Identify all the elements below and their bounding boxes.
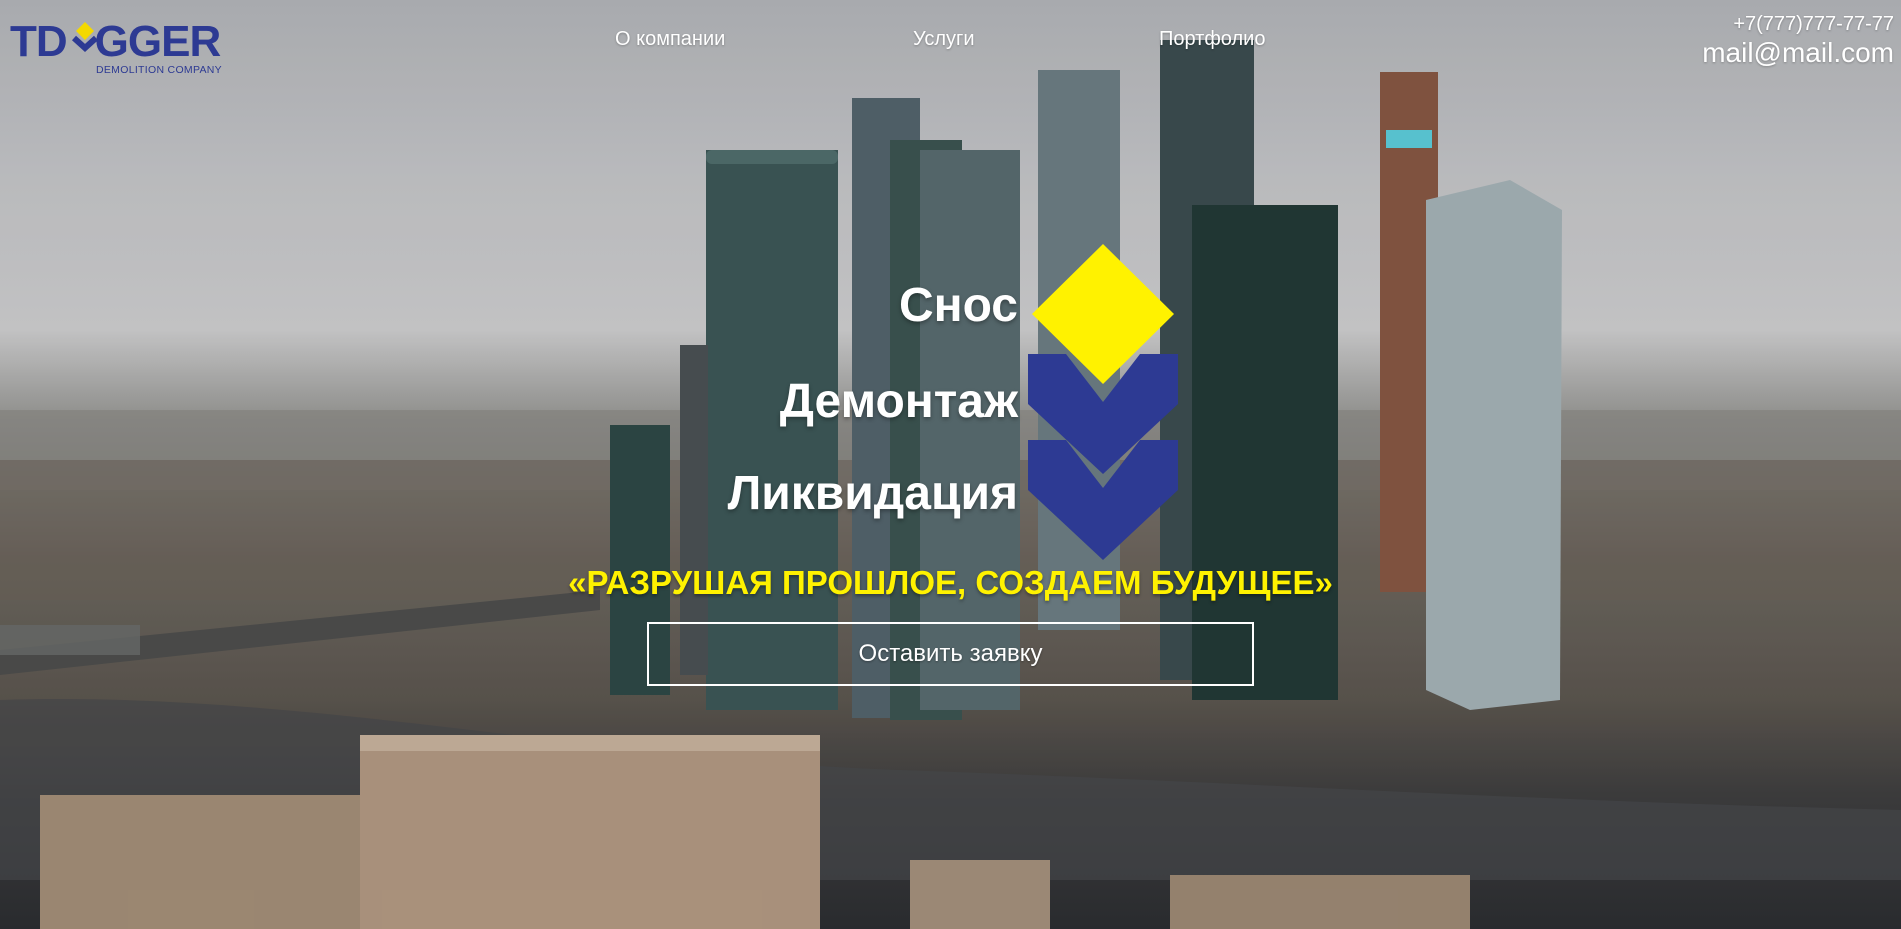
- email-link[interactable]: mail@mail.com: [1702, 36, 1894, 70]
- hero-overlay: [0, 0, 1901, 929]
- diamond-chevrons-emblem-icon: [1028, 244, 1178, 560]
- hero-slogan-text: «РАЗРУШАЯ ПРОШЛОЕ, СОЗДАЕМ БУДУЩЕЕ»: [568, 564, 1333, 601]
- header-contacts: +7(777)777-77-77 mail@mail.com: [1702, 12, 1894, 70]
- nav-item-portfolio[interactable]: Портфолио: [1159, 28, 1265, 51]
- nav-item-about[interactable]: О компании: [615, 28, 725, 51]
- hero-word-liquidation: Ликвидация: [727, 467, 1018, 520]
- hero-slogan: «РАЗРУШАЯ ПРОШЛОЕ, СОЗДАЕМ БУДУЩЕЕ»: [0, 564, 1901, 602]
- hero-word-dismantling: Демонтаж: [779, 375, 1018, 428]
- logo-tagline: DEMOLITION COMPANY: [96, 64, 222, 76]
- submit-request-button[interactable]: Оставить заявку: [647, 622, 1254, 686]
- nav-item-services[interactable]: Услуги: [913, 28, 975, 51]
- main-navigation: О компании Услуги Портфолио: [0, 28, 1901, 58]
- phone-link[interactable]: +7(777)777-77-77: [1702, 12, 1894, 36]
- hero-word-demolition: Снос: [898, 279, 1018, 332]
